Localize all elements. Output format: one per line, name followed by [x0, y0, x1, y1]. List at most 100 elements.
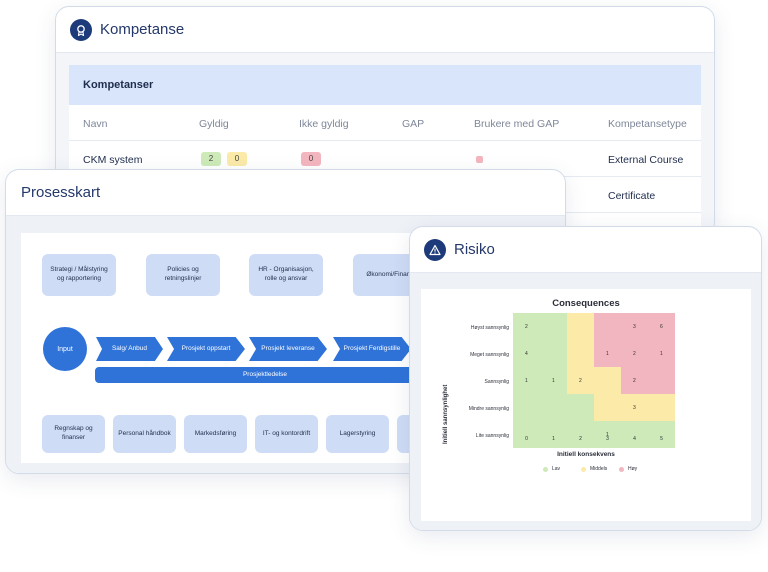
process-bar-ledelse[interactable]: Prosjektledelse — [95, 367, 435, 383]
risiko-card: Risiko Consequences Initiell sannsynligh… — [409, 226, 762, 531]
legend-item: Lav — [543, 466, 560, 472]
award-icon — [70, 18, 92, 41]
matrix-cell[interactable]: 2 — [513, 313, 540, 340]
matrix-cell-count: 1 — [660, 351, 663, 357]
prosesskart-header: Prosesskart — [6, 170, 565, 216]
process-input-node[interactable]: Input — [43, 327, 87, 371]
legend-swatch — [543, 466, 548, 472]
gyldig-expiring-pill: 0 — [227, 152, 247, 166]
matrix-cell-count: 1 — [525, 378, 528, 384]
matrix-cell[interactable] — [567, 394, 594, 421]
matrix-cell[interactable] — [594, 313, 621, 340]
matrix-cell[interactable] — [648, 367, 675, 394]
matrix-row-label: Meget sannsynlig — [470, 352, 509, 358]
legend-swatch — [581, 466, 586, 472]
x-tick-label: 3 — [606, 436, 609, 442]
matrix-cell[interactable] — [567, 421, 594, 448]
table-header-row: Navn Gyldig Ikke gyldig GAP Brukere med … — [69, 105, 701, 141]
matrix-row-label: Mindre sannsynlig — [468, 406, 509, 412]
ikke-gyldig-pill: 0 — [301, 152, 321, 166]
matrix-cell[interactable] — [567, 313, 594, 340]
process-step-ferdigstille[interactable]: Prosjekt Ferdigstille — [333, 337, 411, 361]
matrix-cell[interactable]: 1 — [594, 421, 621, 448]
matrix-cell[interactable]: 4 — [513, 340, 540, 367]
column-header-gap[interactable]: GAP — [402, 118, 424, 130]
kompetanser-table-title: Kompetanser — [69, 65, 701, 105]
process-box-hr[interactable]: HR - Organisasjon, rolle og ansvar — [249, 254, 323, 296]
matrix-cell[interactable] — [648, 421, 675, 448]
process-box-policies[interactable]: Policies og retningslinjer — [146, 254, 220, 296]
process-step-leveranse[interactable]: Prosjekt leveranse — [249, 337, 327, 361]
column-header-kompetansetype[interactable]: Kompetansetype — [608, 118, 687, 130]
process-box-regnskap[interactable]: Regnskap og finanser — [42, 415, 105, 453]
matrix-cell-count: 4 — [525, 351, 528, 357]
matrix-cell[interactable] — [540, 340, 567, 367]
matrix-cell[interactable] — [567, 340, 594, 367]
matrix-cell-count: 3 — [633, 405, 636, 411]
matrix-cell[interactable] — [540, 313, 567, 340]
matrix-cell[interactable] — [513, 421, 540, 448]
legend-item: Høy — [619, 466, 637, 472]
process-box-it[interactable]: IT- og kontordrift — [255, 415, 318, 453]
gyldig-valid-pill: 2 — [201, 152, 221, 166]
matrix-cell[interactable]: 3 — [621, 394, 648, 421]
matrix-cell[interactable]: 2 — [567, 367, 594, 394]
prosesskart-title: Prosesskart — [21, 184, 101, 201]
process-box-markedsforing[interactable]: Markedsføring — [184, 415, 247, 453]
legend-label: Middels — [590, 466, 608, 472]
x-tick-label: 0 — [525, 436, 528, 442]
matrix-cell[interactable] — [540, 394, 567, 421]
matrix-cell[interactable]: 2 — [621, 340, 648, 367]
x-tick-label: 2 — [579, 436, 582, 442]
matrix-row-label: Høyst sannsynlig — [470, 325, 509, 331]
matrix-cell-count: 1 — [552, 378, 555, 384]
row-type: External Course — [608, 154, 684, 166]
matrix-cell[interactable] — [648, 394, 675, 421]
matrix-cell[interactable]: 1 — [648, 340, 675, 367]
matrix-cell-count: 2 — [525, 324, 528, 330]
matrix-cell-count: 2 — [633, 351, 636, 357]
process-step-salg[interactable]: Salg/ Anbud — [96, 337, 163, 361]
risk-matrix-panel: Consequences Initiell sannsynlighet Init… — [421, 289, 751, 521]
process-box-personal[interactable]: Personal håndbok — [113, 415, 176, 453]
matrix-cell[interactable] — [594, 367, 621, 394]
matrix-row-label: Lite sannsynlig — [475, 433, 509, 439]
matrix-cell-count: 1 — [606, 351, 609, 357]
risiko-header: Risiko — [410, 227, 761, 273]
matrix-cell-count: 6 — [660, 324, 663, 330]
matrix-cell[interactable]: 1 — [513, 367, 540, 394]
kompetanse-title: Kompetanse — [100, 21, 185, 38]
x-axis-label: Initiell konsekvens — [557, 451, 615, 458]
column-header-navn[interactable]: Navn — [83, 118, 108, 130]
process-step-oppstart[interactable]: Prosjekt oppstart — [167, 337, 245, 361]
matrix-title: Consequences — [552, 298, 620, 309]
column-header-brukere-med-gap[interactable]: Brukere med GAP — [474, 118, 559, 130]
risiko-title: Risiko — [454, 241, 495, 258]
x-tick-label: 5 — [660, 436, 663, 442]
matrix-cell[interactable] — [540, 421, 567, 448]
matrix-cell-count: 2 — [633, 378, 636, 384]
matrix-row-label: Sannsynlig — [484, 379, 509, 385]
column-header-ikke-gyldig[interactable]: Ikke gyldig — [299, 118, 349, 130]
matrix-cell[interactable]: 6 — [648, 313, 675, 340]
matrix-cell[interactable]: 2 — [621, 367, 648, 394]
kompetanse-header: Kompetanse — [56, 7, 714, 53]
matrix-cell[interactable] — [621, 421, 648, 448]
matrix-cell-count: 3 — [633, 324, 636, 330]
column-header-gyldig[interactable]: Gyldig — [199, 118, 229, 130]
matrix-cell[interactable] — [594, 394, 621, 421]
row-name: CKM system — [83, 154, 143, 166]
matrix-cell[interactable]: 1 — [540, 367, 567, 394]
matrix-cell[interactable]: 3 — [621, 313, 648, 340]
x-tick-label: 4 — [633, 436, 636, 442]
legend-swatch — [619, 466, 624, 472]
row-type: Certificate — [608, 190, 656, 202]
legend-label: Lav — [552, 466, 561, 472]
legend-item: Middels — [581, 466, 607, 472]
process-box-strategi[interactable]: Strategi / Målstyring og rapportering — [42, 254, 116, 296]
matrix-cell-count: 2 — [579, 378, 582, 384]
legend-label: Høy — [628, 466, 638, 472]
process-box-lager[interactable]: Lagerstyring — [326, 415, 389, 453]
matrix-cell[interactable]: 1 — [594, 340, 621, 367]
matrix-cell[interactable] — [513, 394, 540, 421]
